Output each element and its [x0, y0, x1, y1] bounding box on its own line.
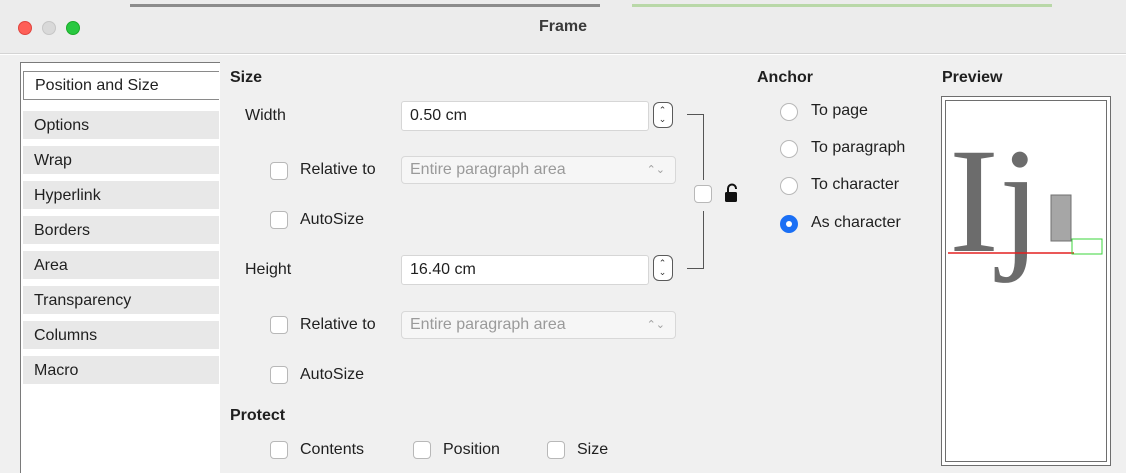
width-autosize-checkbox[interactable] — [270, 211, 288, 229]
preview-anchor-outline — [1071, 238, 1103, 255]
preview-sample-glyphs: Ij — [949, 118, 1041, 284]
width-field[interactable]: 0.50 cm — [401, 101, 649, 131]
height-label: Height — [245, 261, 292, 278]
background-window-edge — [130, 4, 600, 7]
anchor-as-character-label: As character — [811, 214, 901, 231]
anchor-to-page-radio[interactable] — [780, 103, 798, 121]
tab-wrap[interactable]: Wrap — [23, 146, 219, 175]
chevron-updown-icon: ⌃⌄ — [646, 319, 665, 331]
height-relative-label: Relative to — [300, 316, 376, 333]
width-relative-select[interactable]: Entire paragraph area ⌃⌄ — [401, 156, 676, 184]
height-relative-checkbox[interactable] — [270, 316, 288, 334]
protect-contents-checkbox[interactable] — [270, 441, 288, 459]
stepper-down-icon[interactable]: ⌄ — [658, 268, 667, 277]
preview-frame: Ij — [945, 100, 1107, 462]
window-title: Frame — [538, 18, 588, 35]
tab-hyperlink[interactable]: Hyperlink — [23, 181, 219, 210]
protect-heading: Protect — [230, 407, 286, 424]
tab-list: Position and Size Options Wrap Hyperlink… — [20, 62, 220, 473]
anchor-to-character-label: To character — [811, 176, 900, 193]
unlocked-padlock-icon[interactable] — [724, 183, 740, 203]
protect-size-checkbox[interactable] — [547, 441, 565, 459]
chevron-updown-icon: ⌃⌄ — [646, 164, 665, 176]
anchor-heading: Anchor — [757, 69, 813, 86]
tab-transparency[interactable]: Transparency — [23, 286, 219, 315]
width-relative-label: Relative to — [300, 161, 376, 178]
anchor-as-character-radio[interactable] — [780, 215, 798, 233]
height-autosize-checkbox[interactable] — [270, 366, 288, 384]
dialog-content: Position and Size Options Wrap Hyperlink… — [0, 55, 1126, 473]
stepper-down-icon[interactable]: ⌄ — [658, 115, 667, 124]
height-stepper-icon[interactable]: ⌃ ⌄ — [653, 255, 673, 281]
tab-macro[interactable]: Macro — [23, 356, 219, 385]
width-relative-checkbox[interactable] — [270, 162, 288, 180]
preview-heading: Preview — [942, 69, 1003, 86]
tab-borders[interactable]: Borders — [23, 216, 219, 245]
anchor-to-paragraph-radio[interactable] — [780, 140, 798, 158]
tab-position-and-size[interactable]: Position and Size — [23, 71, 219, 100]
protect-position-checkbox[interactable] — [413, 441, 431, 459]
protect-size-label: Size — [577, 441, 609, 458]
height-field[interactable]: 16.40 cm — [401, 255, 649, 285]
preview-box: Ij — [941, 96, 1111, 466]
height-autosize-label: AutoSize — [300, 366, 365, 383]
keep-ratio-bracket — [703, 114, 704, 180]
anchor-to-page-label: To page — [811, 102, 868, 119]
protect-position-label: Position — [443, 441, 500, 458]
size-heading: Size — [230, 69, 263, 86]
width-relative-select-value: Entire paragraph area — [410, 161, 566, 178]
anchor-to-character-radio[interactable] — [780, 177, 798, 195]
width-stepper-icon[interactable]: ⌃ ⌄ — [653, 102, 673, 128]
height-relative-select[interactable]: Entire paragraph area ⌃⌄ — [401, 311, 676, 339]
protect-contents-label: Contents — [300, 441, 365, 458]
keep-ratio-checkbox[interactable] — [694, 185, 712, 203]
anchor-to-paragraph-label: To paragraph — [811, 139, 906, 156]
preview-illustration: Ij — [948, 118, 1103, 284]
width-autosize-label: AutoSize — [300, 211, 365, 228]
preview-frame-rect — [1050, 194, 1072, 242]
keep-ratio-bracket — [687, 114, 704, 115]
height-relative-select-value: Entire paragraph area — [410, 316, 566, 333]
tab-area[interactable]: Area — [23, 251, 219, 280]
keep-ratio-bracket — [687, 268, 704, 269]
tab-columns[interactable]: Columns — [23, 321, 219, 350]
background-window-edge — [632, 4, 1052, 7]
title-bar: Frame — [0, 0, 1126, 54]
keep-ratio-bracket — [703, 211, 704, 268]
width-label: Width — [245, 107, 286, 124]
tab-options[interactable]: Options — [23, 111, 219, 140]
